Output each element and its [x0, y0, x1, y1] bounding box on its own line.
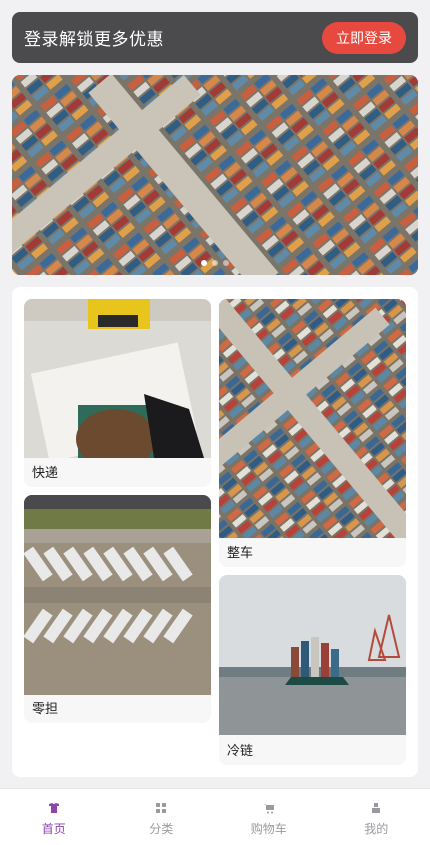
tab-profile[interactable]: 我的	[323, 789, 430, 845]
tab-cart[interactable]: 购物车	[215, 789, 323, 845]
login-button[interactable]: 立即登录	[322, 22, 406, 54]
bottom-tab-bar: 首页 分类 购物车 我的	[0, 788, 430, 845]
cart-icon	[263, 802, 275, 814]
less-than-truckload-image	[24, 495, 211, 695]
express-image	[24, 299, 211, 458]
tab-home[interactable]: 首页	[0, 789, 108, 845]
carousel-dot[interactable]	[212, 260, 218, 266]
category-card-cold-chain[interactable]: 冷链	[219, 575, 406, 765]
tab-category[interactable]: 分类	[108, 789, 216, 845]
login-banner: 登录解锁更多优惠 立即登录	[12, 12, 418, 63]
category-label: 冷链	[227, 740, 253, 759]
category-card-express[interactable]: 快递	[24, 299, 211, 487]
tab-label: 首页	[42, 820, 66, 837]
category-card-full-truckload[interactable]: 整车	[219, 299, 406, 567]
category-label: 快递	[32, 462, 58, 481]
cold-chain-image	[219, 575, 406, 735]
tab-label: 分类	[149, 820, 173, 837]
tab-label: 我的	[364, 820, 388, 837]
login-prompt-text: 登录解锁更多优惠	[24, 25, 164, 50]
carousel-indicator	[201, 260, 229, 266]
container-port-image	[12, 75, 418, 275]
full-truckload-image	[219, 299, 406, 538]
category-label: 整车	[227, 542, 253, 561]
carousel-dot[interactable]	[223, 260, 229, 266]
carousel-dot[interactable]	[201, 260, 207, 266]
shirt-icon	[48, 802, 60, 814]
tab-label: 购物车	[251, 820, 287, 837]
category-card-less-than-truckload[interactable]: 零担	[24, 495, 211, 723]
category-panel: 快递	[12, 287, 418, 777]
person-icon	[370, 802, 382, 814]
hero-carousel[interactable]	[12, 75, 418, 275]
category-label: 零担	[32, 698, 58, 717]
grid-icon	[155, 802, 167, 814]
